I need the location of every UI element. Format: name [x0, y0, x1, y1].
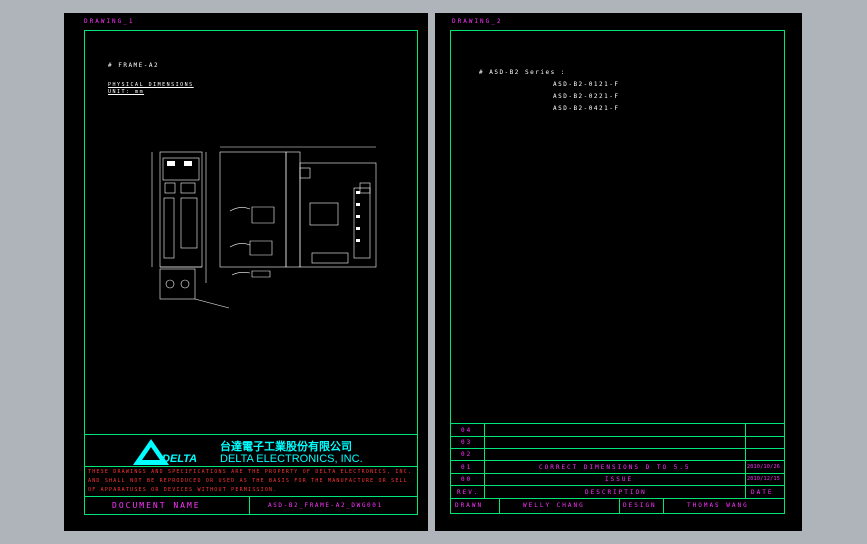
unit-label: UNIT: mm [108, 89, 145, 95]
title-block-divider-2 [84, 466, 418, 467]
rev-table-top [450, 423, 785, 424]
rev-00-description: ISSUE [605, 476, 634, 483]
delta-logo-text: DELTA [162, 453, 198, 465]
frame-label: # FRAME-A2 [108, 62, 160, 69]
rev-col-line [745, 423, 746, 498]
servo-drive-drawing [151, 146, 377, 309]
company-name-english: DELTA ELECTRONICS, INC. [220, 453, 363, 465]
rev-row-02: 02 [461, 451, 473, 458]
document-name-label: DOCUMENT NAME [112, 501, 201, 510]
footer-col-line [499, 498, 500, 514]
rev-row-line [450, 485, 785, 486]
title-block-divider-3 [84, 496, 418, 497]
drawing-sheet-2: DRAWING_2 # ASD-B2 Series : ASD-B2-0121-… [435, 13, 802, 531]
model-1: ASD-B2-0121-F [553, 81, 620, 88]
rev-01-description: CORRECT DIMENSIONS D TO 5.5 [539, 464, 691, 471]
rev-row-01: 01 [461, 464, 473, 471]
design-value: THOMAS WANG [687, 502, 749, 509]
sheet-2-border [450, 30, 785, 514]
model-3: ASD-B2-0421-F [553, 105, 620, 112]
rev-row-line [450, 498, 785, 499]
rev-01-date: 2010/10/26 [747, 464, 781, 470]
rev-row-line [450, 460, 785, 461]
rev-row-line [450, 436, 785, 437]
sheet-2-header: DRAWING_2 [452, 18, 503, 25]
sheet-1-header: DRAWING_1 [84, 18, 135, 25]
document-name-value: ASD-B2_FRAME-A2_DWG001 [268, 502, 383, 509]
drawn-value: WELLY CHANG [523, 502, 585, 509]
rev-row-03: 03 [461, 439, 473, 446]
rev-row-line [450, 473, 785, 474]
company-name-chinese: 台達電子工業股份有限公司 [220, 441, 352, 453]
rev-header-date: DATE [751, 489, 774, 496]
disclaimer-line-3: OF APPARATUSES OR DEVICES WITHOUT PERMIS… [88, 487, 278, 493]
physical-dimensions-label: PHYSICAL DIMENSIONS [108, 82, 194, 88]
disclaimer-line-2: AND SHALL NOT BE REPRODUCED OR USED AS T… [88, 478, 408, 484]
title-block-divider [84, 434, 418, 435]
drawing-sheet-1: DRAWING_1 # FRAME-A2 PHYSICAL DIMENSIONS… [64, 13, 428, 531]
disclaimer-line-1: THESE DRAWINGS AND SPECIFICATIONS ARE TH… [88, 469, 413, 475]
series-title: # ASD-B2 Series : [479, 69, 566, 76]
rev-row-04: 04 [461, 427, 473, 434]
rev-row-line [450, 448, 785, 449]
rev-00-date: 2010/12/15 [747, 476, 781, 482]
rev-header-description: DESCRIPTION [585, 489, 647, 496]
model-2: ASD-B2-0221-F [553, 93, 620, 100]
rev-header-rev: REV. [457, 489, 480, 496]
rev-col-line [484, 423, 485, 498]
footer-col-line [619, 498, 620, 514]
drawn-label: DRAWN [455, 502, 484, 509]
rev-row-00: 00 [461, 476, 473, 483]
footer-col-line [663, 498, 664, 514]
design-label: DESIGN [623, 502, 657, 509]
doc-name-divider [249, 496, 250, 515]
